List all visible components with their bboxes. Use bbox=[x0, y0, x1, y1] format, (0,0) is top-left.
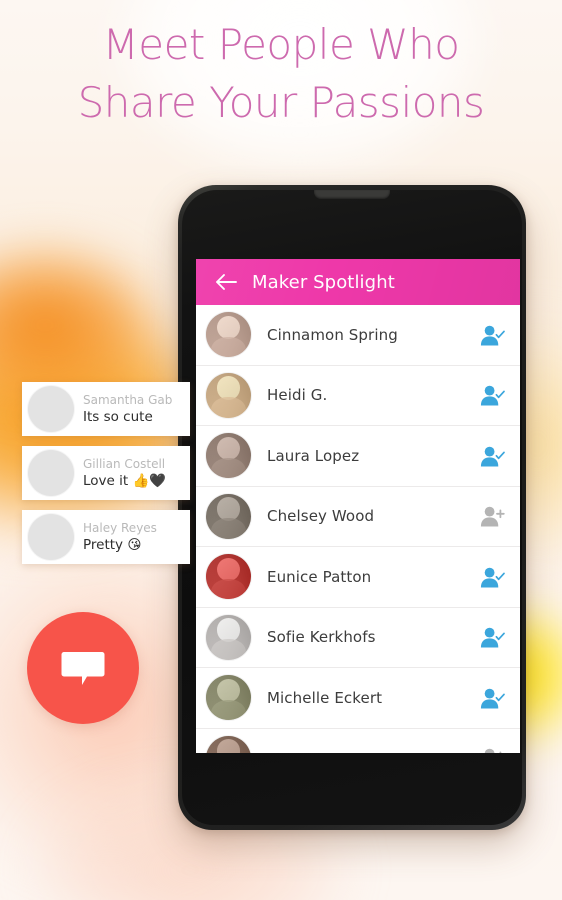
message-card[interactable]: Gillian Costell Love it 👍🖤 bbox=[22, 446, 190, 500]
message-text: Pretty 😘 bbox=[83, 536, 142, 553]
message-text: Its so cute bbox=[83, 408, 153, 425]
user-list-item[interactable]: Heidi G. bbox=[196, 365, 520, 426]
avatar[interactable] bbox=[206, 614, 251, 660]
user-name: Eunice Patton bbox=[267, 567, 372, 586]
user-name: Chelsey Wood bbox=[267, 507, 375, 526]
user-list-item[interactable]: Chelsey Wood bbox=[196, 486, 520, 547]
phone-screen: Maker Spotlight Cinnamon Spring Heidi G. L… bbox=[196, 259, 520, 753]
message-sender-name: Gillian Costell bbox=[83, 456, 166, 471]
user-name: Laura Lopez bbox=[267, 446, 360, 465]
chat-bubble-icon bbox=[61, 652, 105, 685]
person-check-icon[interactable] bbox=[480, 384, 506, 406]
avatar[interactable] bbox=[206, 675, 251, 721]
message-card[interactable]: Samantha Gab Its so cute bbox=[22, 382, 190, 436]
user-list: Cinnamon Spring Heidi G. Laura Lopez Chelse… bbox=[196, 305, 520, 753]
avatar[interactable] bbox=[28, 450, 74, 496]
person-plus-icon[interactable] bbox=[480, 505, 506, 527]
user-name: Cinnamon Spring bbox=[267, 325, 398, 344]
user-name: Michelle Eckert bbox=[267, 688, 383, 707]
avatar[interactable] bbox=[206, 735, 251, 753]
message-text: Love it 👍🖤 bbox=[83, 472, 167, 489]
person-check-icon[interactable] bbox=[480, 566, 506, 588]
avatar[interactable] bbox=[206, 554, 251, 600]
message-sender-name: Samantha Gab bbox=[83, 392, 173, 407]
avatar[interactable] bbox=[28, 514, 74, 560]
phone-speaker-notch bbox=[314, 190, 390, 199]
user-list-item[interactable]: Cinnamon Spring bbox=[196, 305, 520, 366]
message-card[interactable]: Haley Reyes Pretty 😘 bbox=[22, 510, 190, 564]
avatar[interactable] bbox=[206, 433, 251, 479]
user-list-item[interactable]: Laura Lopez bbox=[196, 426, 520, 487]
phone-mockup: Maker Spotlight Cinnamon Spring Heidi G. L… bbox=[178, 185, 526, 830]
app-header: Maker Spotlight bbox=[196, 259, 520, 305]
user-list-item[interactable] bbox=[196, 728, 520, 753]
app-title: Maker Spotlight bbox=[252, 271, 395, 293]
headline-line-1: Meet People Who bbox=[102, 20, 460, 69]
user-list-item[interactable]: Michelle Eckert bbox=[196, 668, 520, 729]
user-list-item[interactable]: Sofie Kerkhofs bbox=[196, 607, 520, 668]
person-check-icon[interactable] bbox=[480, 445, 506, 467]
person-check-icon[interactable] bbox=[480, 626, 506, 648]
avatar[interactable] bbox=[206, 372, 251, 418]
page-title: Meet People Who Share Your Passions bbox=[0, 16, 562, 132]
chat-fab-button[interactable] bbox=[27, 612, 139, 724]
person-check-icon[interactable] bbox=[480, 687, 506, 709]
avatar[interactable] bbox=[206, 312, 251, 358]
person-check-icon[interactable] bbox=[480, 324, 506, 346]
user-list-item[interactable]: Eunice Patton bbox=[196, 547, 520, 608]
user-name: Heidi G. bbox=[267, 386, 328, 405]
avatar[interactable] bbox=[206, 493, 251, 539]
back-arrow-icon[interactable] bbox=[214, 272, 238, 292]
person-plus-icon[interactable] bbox=[480, 747, 506, 753]
headline-line-2: Share Your Passions bbox=[77, 78, 485, 127]
message-card-list: Samantha Gab Its so cute Gillian Costell Lo… bbox=[22, 382, 190, 574]
user-name: Sofie Kerkhofs bbox=[267, 628, 376, 647]
avatar[interactable] bbox=[28, 386, 74, 432]
message-sender-name: Haley Reyes bbox=[83, 520, 157, 535]
